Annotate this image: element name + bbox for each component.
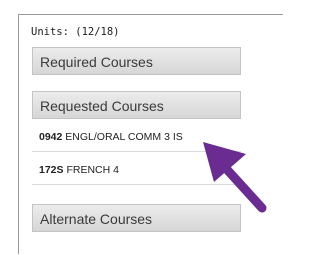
course-code: 172S xyxy=(39,164,64,176)
course-panel: Units: (12/18) Required Courses Requeste… xyxy=(18,14,283,254)
course-code: 0942 xyxy=(39,131,63,143)
course-row[interactable]: 0942 ENGL/ORAL COMM 3 IS xyxy=(32,122,241,152)
course-row[interactable]: 172S FRENCH 4 xyxy=(32,155,241,185)
required-courses-header[interactable]: Required Courses xyxy=(32,47,241,75)
course-title: ENGL/ORAL COMM 3 IS xyxy=(65,131,183,143)
units-counter: Units: (12/18) xyxy=(31,26,120,38)
course-title: FRENCH 4 xyxy=(66,164,119,176)
requested-courses-header[interactable]: Requested Courses xyxy=(32,91,241,119)
alternate-courses-header[interactable]: Alternate Courses xyxy=(32,204,241,232)
